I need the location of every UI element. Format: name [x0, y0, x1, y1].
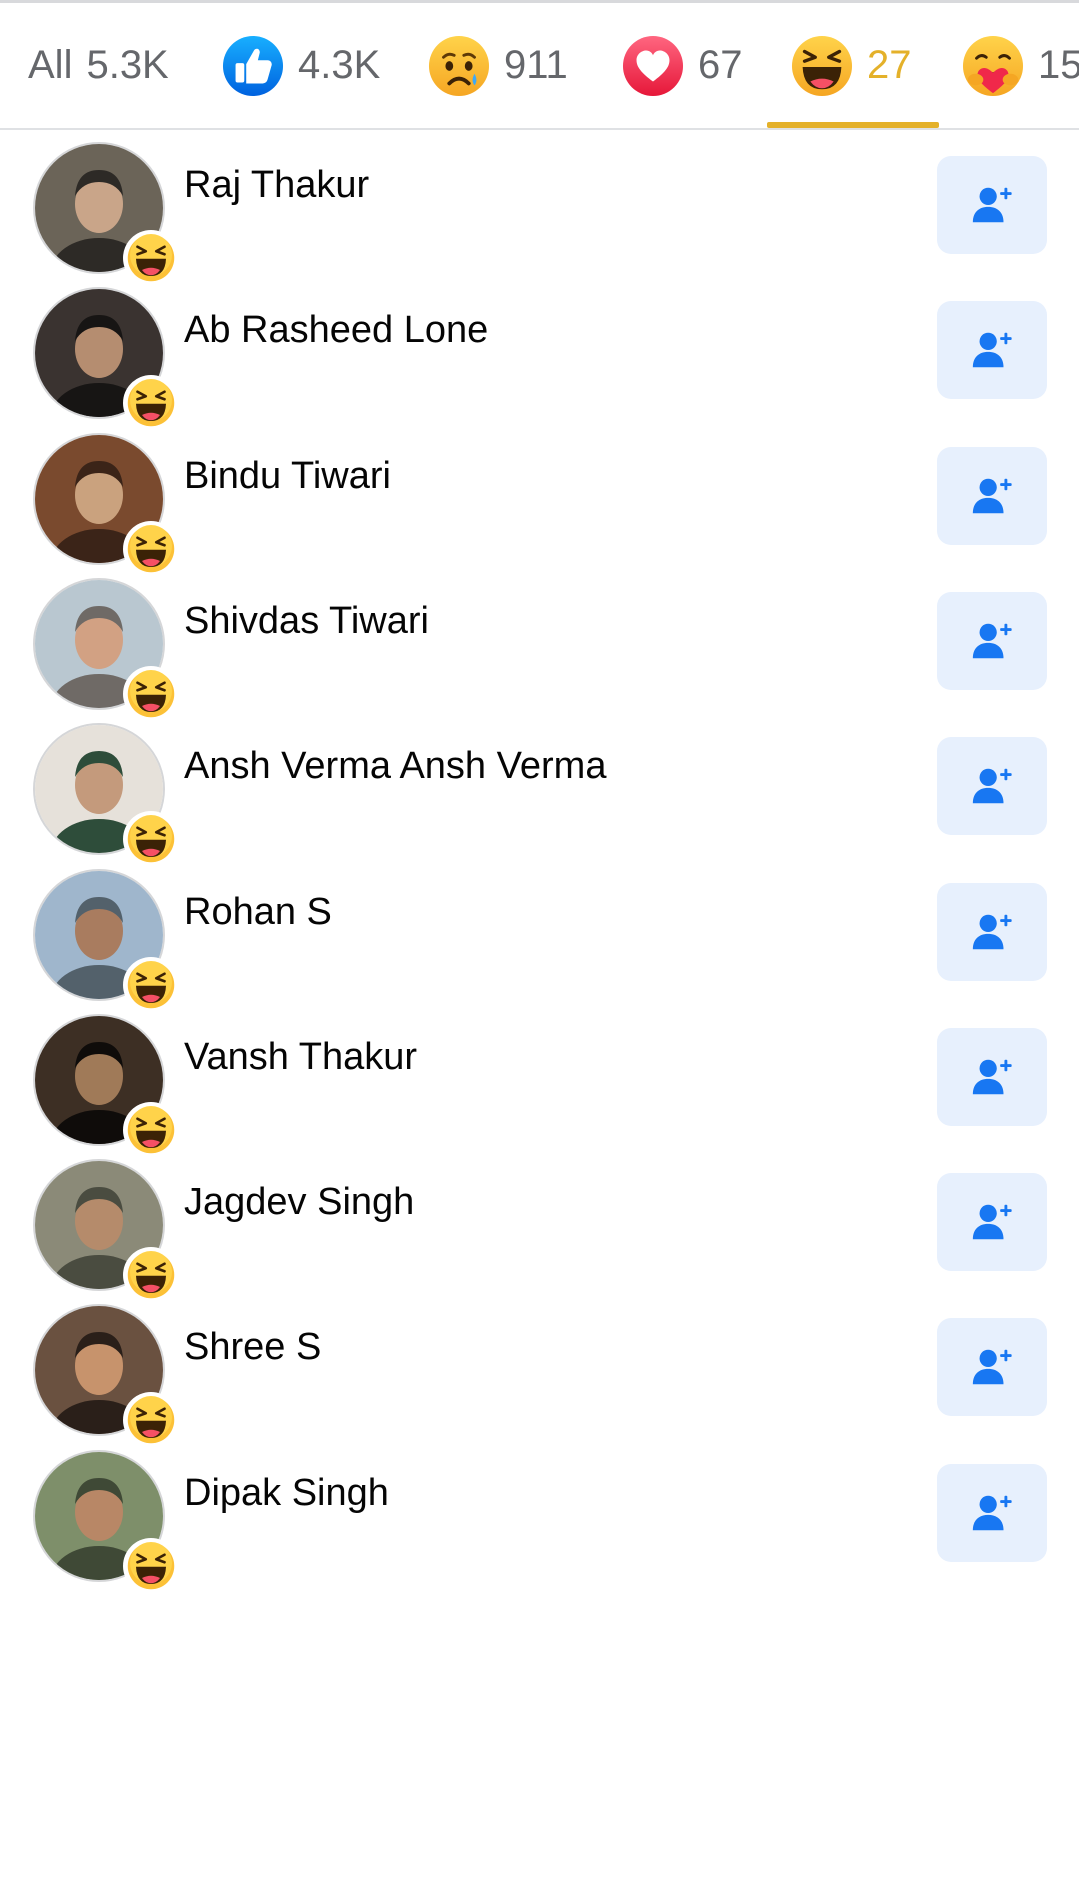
add-friend-button[interactable] — [937, 1027, 1047, 1126]
tab-all-count: 5.3K — [86, 43, 169, 87]
tab-haha-count: 27 — [867, 43, 912, 87]
avatar-container[interactable] — [33, 287, 179, 432]
person-name[interactable]: Ansh Verma Ansh Verma — [184, 741, 606, 791]
avatar-container[interactable] — [33, 577, 179, 722]
add-friend-button[interactable] — [937, 1173, 1047, 1272]
avatar-container[interactable] — [33, 723, 179, 868]
like-icon — [222, 35, 284, 96]
list-item[interactable]: Dipak Singh — [0, 1438, 1079, 1614]
add-friend-button[interactable] — [937, 882, 1047, 981]
tab-love-count: 67 — [698, 43, 743, 87]
add-friend-icon — [972, 1204, 1012, 1240]
add-friend-icon — [972, 1350, 1012, 1385]
tab-care[interactable]: 15 — [962, 3, 1079, 128]
add-friend-button[interactable] — [937, 1318, 1047, 1417]
active-tab-indicator — [767, 122, 939, 128]
add-friend-icon — [972, 478, 1012, 513]
add-friend-icon — [972, 623, 1012, 659]
tab-sad[interactable]: 911 — [428, 3, 568, 128]
love-icon — [622, 35, 684, 96]
person-name[interactable]: Bindu Tiwari — [184, 451, 391, 501]
tab-all[interactable]: All 5.3K — [28, 3, 169, 128]
add-friend-button[interactable] — [937, 591, 1047, 690]
sad-icon — [428, 35, 490, 96]
avatar-container[interactable] — [33, 1304, 179, 1449]
person-name[interactable]: Vansh Thakur — [184, 1032, 417, 1082]
tab-like-count: 4.3K — [298, 43, 381, 87]
person-name[interactable]: Rohan S — [184, 887, 332, 937]
add-friend-button[interactable] — [937, 446, 1047, 545]
avatar-container[interactable] — [33, 142, 179, 286]
person-name[interactable]: Raj Thakur — [184, 160, 369, 210]
reaction-tabs: All 5.3K 4.3K 911 67 27 15 — [0, 3, 1079, 130]
person-name[interactable]: Jagdev Singh — [184, 1177, 414, 1227]
tab-care-count: 15 — [1038, 43, 1079, 87]
add-friend-icon — [972, 333, 1012, 368]
tab-sad-count: 911 — [504, 43, 568, 87]
person-name[interactable]: Shivdas Tiwari — [184, 596, 429, 646]
add-friend-button[interactable] — [937, 1463, 1047, 1562]
add-friend-icon — [972, 1495, 1012, 1530]
add-friend-button[interactable] — [937, 301, 1047, 400]
avatar-container[interactable] — [33, 1449, 179, 1594]
person-name[interactable]: Shree S — [184, 1322, 321, 1372]
tab-like[interactable]: 4.3K — [222, 3, 380, 128]
person-name[interactable]: Dipak Singh — [184, 1468, 389, 1518]
add-friend-icon — [972, 914, 1012, 949]
avatar-container[interactable] — [33, 1013, 179, 1158]
care-icon — [962, 35, 1024, 96]
avatar-container[interactable] — [33, 1159, 179, 1304]
haha-icon — [127, 1541, 175, 1589]
add-friend-icon — [972, 768, 1012, 804]
tab-all-label: All — [28, 43, 73, 87]
haha-icon — [791, 35, 853, 96]
person-name[interactable]: Ab Rasheed Lone — [184, 305, 488, 355]
add-friend-button[interactable] — [937, 737, 1047, 836]
tab-love[interactable]: 67 — [622, 3, 743, 128]
reaction-badge — [123, 1537, 179, 1594]
add-friend-icon — [972, 1059, 1012, 1095]
tab-haha[interactable]: 27 — [791, 3, 912, 128]
add-friend-icon — [972, 187, 1012, 223]
avatar-container[interactable] — [33, 432, 179, 577]
add-friend-button[interactable] — [937, 156, 1047, 254]
avatar-container[interactable] — [33, 868, 179, 1013]
